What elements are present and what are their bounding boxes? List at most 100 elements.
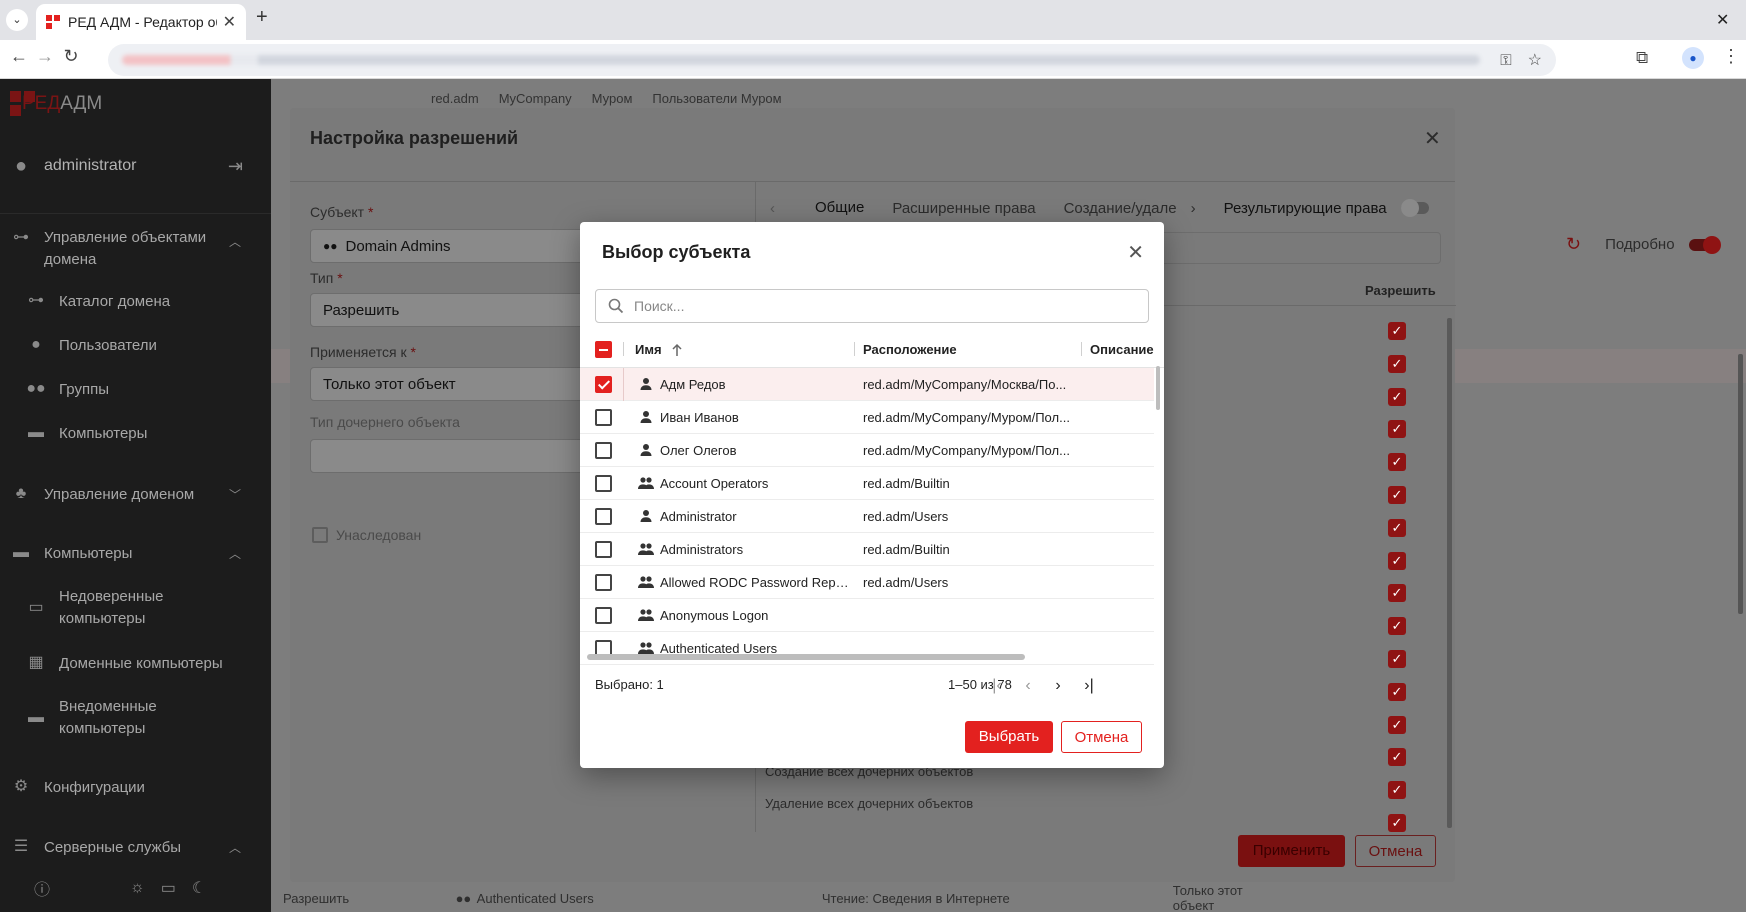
breadcrumb-item[interactable]: red.adm [431,91,479,106]
sidebar-item-domain-objects[interactable]: ⊶ Управление объектами домена ︿ [0,227,271,271]
user-icon [640,444,652,456]
apply-button[interactable]: Применить [1238,835,1345,867]
column-location[interactable]: Расположение [863,342,957,357]
allow-checkbox[interactable]: ✓ [1388,584,1406,603]
allow-checkbox[interactable]: ✓ [1388,682,1406,701]
row-checkbox[interactable] [595,541,612,558]
profile-avatar[interactable]: ● [1682,47,1704,69]
window-close-icon[interactable]: ✕ [1716,10,1729,30]
refresh-icon[interactable]: ↻ [1566,234,1581,255]
key-icon[interactable]: ⚿ [1500,52,1511,69]
tab-create-delete[interactable]: Создание/удале [1064,200,1177,217]
row-checkbox[interactable] [595,574,612,591]
tabs-next-icon[interactable]: › [1191,200,1196,217]
info-icon[interactable]: ⓘ [34,876,50,900]
row-checkbox[interactable] [595,409,612,426]
table-row[interactable]: Иван Иванов red.adm/MyCompany/Муром/Пол..… [580,401,1154,434]
select-all-checkbox[interactable] [595,341,612,358]
rights-scrollbar[interactable] [1447,318,1452,828]
sidebar-item-domain-management[interactable]: ♣ Управление доменом ﹀ [0,483,271,505]
table-row[interactable]: Allowed RODC Password Repli... red.adm/Us… [580,566,1154,599]
extensions-icon[interactable]: ⧉ [1636,48,1648,68]
column-description[interactable]: Описание [1090,342,1154,357]
bookmark-star-icon[interactable]: ☆ [1528,50,1542,70]
row-checkbox[interactable] [595,508,612,525]
new-tab-button[interactable]: + [256,6,268,29]
row-location: red.adm/Builtin [863,542,950,557]
sidebar-item-domain-computers[interactable]: ▦ Доменные компьютеры [0,652,271,674]
system-theme-icon[interactable]: ▭ [161,878,176,898]
tab-extended-rights[interactable]: Расширенные права [892,200,1035,217]
forward-icon[interactable]: → [32,46,58,67]
tabs-prev-icon[interactable]: ‹ [770,200,775,217]
row-checkbox-divider [623,368,624,401]
sidebar-item-untrusted[interactable]: ▭ Недоверенные компьютеры [0,586,271,630]
allow-checkbox[interactable]: ✓ [1388,617,1406,636]
sidebar-item-server-services[interactable]: ☰ Серверные службы ︿ [0,836,271,858]
allow-checkbox[interactable]: ✓ [1388,781,1406,800]
close-icon[interactable]: ✕ [1127,240,1144,265]
tab-strip: ⌄ РЕД АДМ - Редактор об ✕ + ✕ [0,0,1746,40]
dark-theme-icon[interactable]: ☾ [192,878,206,898]
breadcrumb-item[interactable]: Пользователи Муром [652,91,781,106]
row-checkbox[interactable] [595,607,612,624]
search-input[interactable]: Поиск... [595,289,1149,323]
allow-checkbox[interactable]: ✓ [1388,715,1406,734]
back-icon[interactable]: ← [6,46,32,67]
permissions-close-icon[interactable]: ✕ [1424,126,1441,151]
inherited-checkbox[interactable]: Унаследован [312,527,421,543]
last-page-icon[interactable]: ›| [1079,677,1099,695]
breadcrumb-item[interactable]: Муром [592,91,633,106]
permissions-cancel-button[interactable]: Отмена [1355,835,1436,867]
cancel-button[interactable]: Отмена [1061,721,1142,753]
allow-checkbox[interactable]: ✓ [1388,354,1406,373]
browser-menu-icon[interactable]: ⋮ [1722,46,1740,67]
allow-checkbox[interactable]: ✓ [1388,387,1406,406]
select-button[interactable]: Выбрать [965,721,1053,753]
logout-icon[interactable]: ⇥ [228,156,243,177]
sidebar-item-external[interactable]: ▬ Внедоменные компьютеры [0,696,271,740]
chevron-up-icon: ︿ [228,235,241,249]
table-row[interactable]: Адм Редов red.adm/MyCompany/Москва/По... [580,368,1154,401]
table-row[interactable]: Account Operators red.adm/Builtin [580,467,1154,500]
sidebar-item-catalog[interactable]: ⊶ Каталог домена [0,290,271,312]
column-name[interactable]: Имя [635,342,684,357]
first-page-icon[interactable]: |‹ [987,677,1007,695]
table-row[interactable]: Administrators red.adm/Builtin [580,533,1154,566]
prev-page-icon[interactable]: ‹ [1018,677,1038,695]
tab-close-icon[interactable]: ✕ [223,12,236,32]
allow-checkbox[interactable]: ✓ [1388,420,1406,439]
row-checkbox[interactable] [595,376,612,393]
allow-checkbox[interactable]: ✓ [1388,748,1406,767]
sidebar-item-computers[interactable]: ▬ Компьютеры [0,422,271,444]
vertical-scrollbar[interactable] [1156,366,1160,410]
horizontal-scrollbar[interactable] [587,654,1025,660]
allow-checkbox[interactable]: ✓ [1388,453,1406,472]
allow-checkbox[interactable]: ✓ [1388,551,1406,570]
sidebar-item-users[interactable]: ● Пользователи [0,334,271,356]
address-bar[interactable]: ⚿ ☆ [108,44,1556,76]
row-checkbox[interactable] [595,442,612,459]
details-toggle[interactable] [1688,235,1721,254]
browser-tab[interactable]: РЕД АДМ - Редактор об ✕ [36,4,246,40]
allow-checkbox[interactable]: ✓ [1388,814,1406,832]
sidebar-item-groups[interactable]: ●● Группы [0,378,271,400]
allow-checkbox[interactable]: ✓ [1388,486,1406,504]
breadcrumb-item[interactable]: MyCompany [499,91,572,106]
light-theme-icon[interactable]: ☼ [130,879,145,897]
reload-icon[interactable]: ↻ [58,46,84,67]
next-page-icon[interactable]: › [1048,677,1068,695]
child-type-label: Тип дочернего объекта [310,414,460,430]
allow-checkbox[interactable]: ✓ [1388,322,1406,340]
allow-checkbox[interactable]: ✓ [1388,518,1406,537]
sidebar-item-configurations[interactable]: ⚙ Конфигурации [0,776,271,798]
table-row[interactable]: Олег Олегов red.adm/MyCompany/Муром/Пол..… [580,434,1154,467]
tab-search-icon[interactable]: ⌄ [6,9,28,31]
table-row[interactable]: Administrator red.adm/Users [580,500,1154,533]
allow-checkbox[interactable]: ✓ [1388,650,1406,668]
table-row[interactable]: Anonymous Logon [580,599,1154,632]
result-rights-toggle[interactable] [1400,199,1429,217]
sidebar-item-computers-group[interactable]: ▬ Компьютеры ︿ [0,542,271,564]
row-checkbox[interactable] [595,475,612,492]
table-row[interactable]: Authenticated Users [580,632,1154,665]
